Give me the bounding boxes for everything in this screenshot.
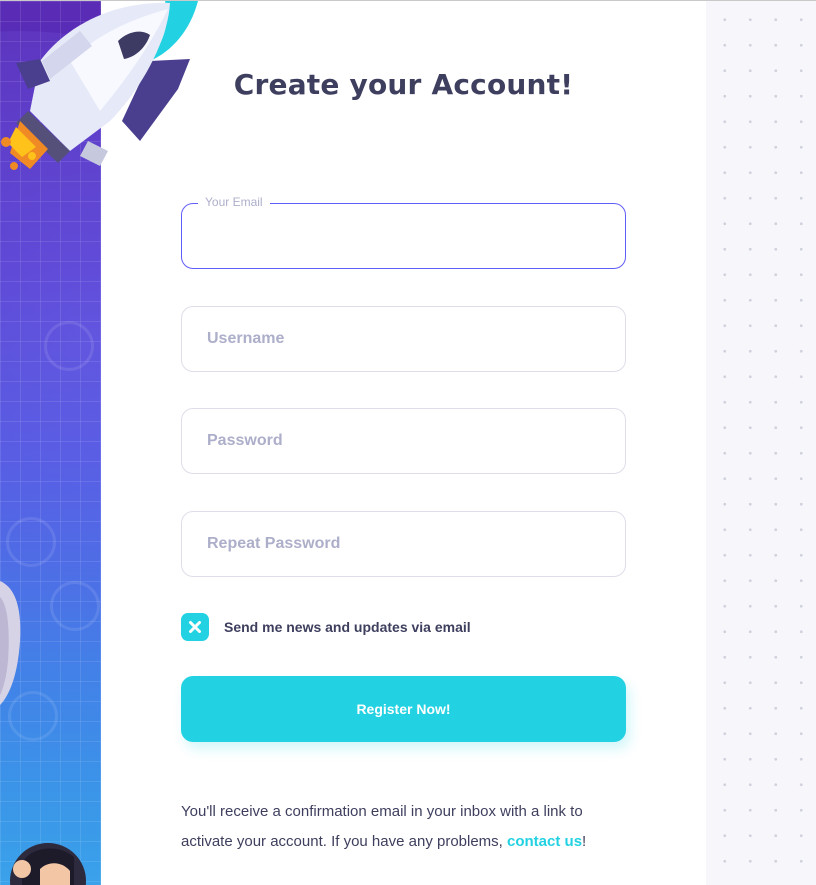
- username-field-container: [181, 306, 626, 372]
- newsletter-checkbox[interactable]: [181, 613, 209, 641]
- newsletter-option: Send me news and updates via email: [181, 613, 471, 641]
- repeat-password-input[interactable]: [182, 512, 625, 576]
- dotted-side-panel: [706, 1, 816, 885]
- username-input[interactable]: [182, 307, 625, 371]
- check-x-icon: [189, 621, 201, 633]
- password-field-container: [181, 408, 626, 474]
- repeat-password-field-container: [181, 511, 626, 577]
- email-field-container: Your Email: [181, 195, 626, 269]
- newsletter-label[interactable]: Send me news and updates via email: [224, 619, 471, 635]
- page-title: Create your Account!: [233, 68, 574, 101]
- register-button[interactable]: Register Now!: [181, 676, 626, 742]
- confirmation-note: You'll receive a confirmation email in y…: [181, 797, 631, 857]
- contact-us-link[interactable]: contact us: [507, 833, 582, 850]
- note-end: !: [582, 833, 587, 850]
- password-input[interactable]: [182, 409, 625, 473]
- email-field[interactable]: [182, 204, 625, 268]
